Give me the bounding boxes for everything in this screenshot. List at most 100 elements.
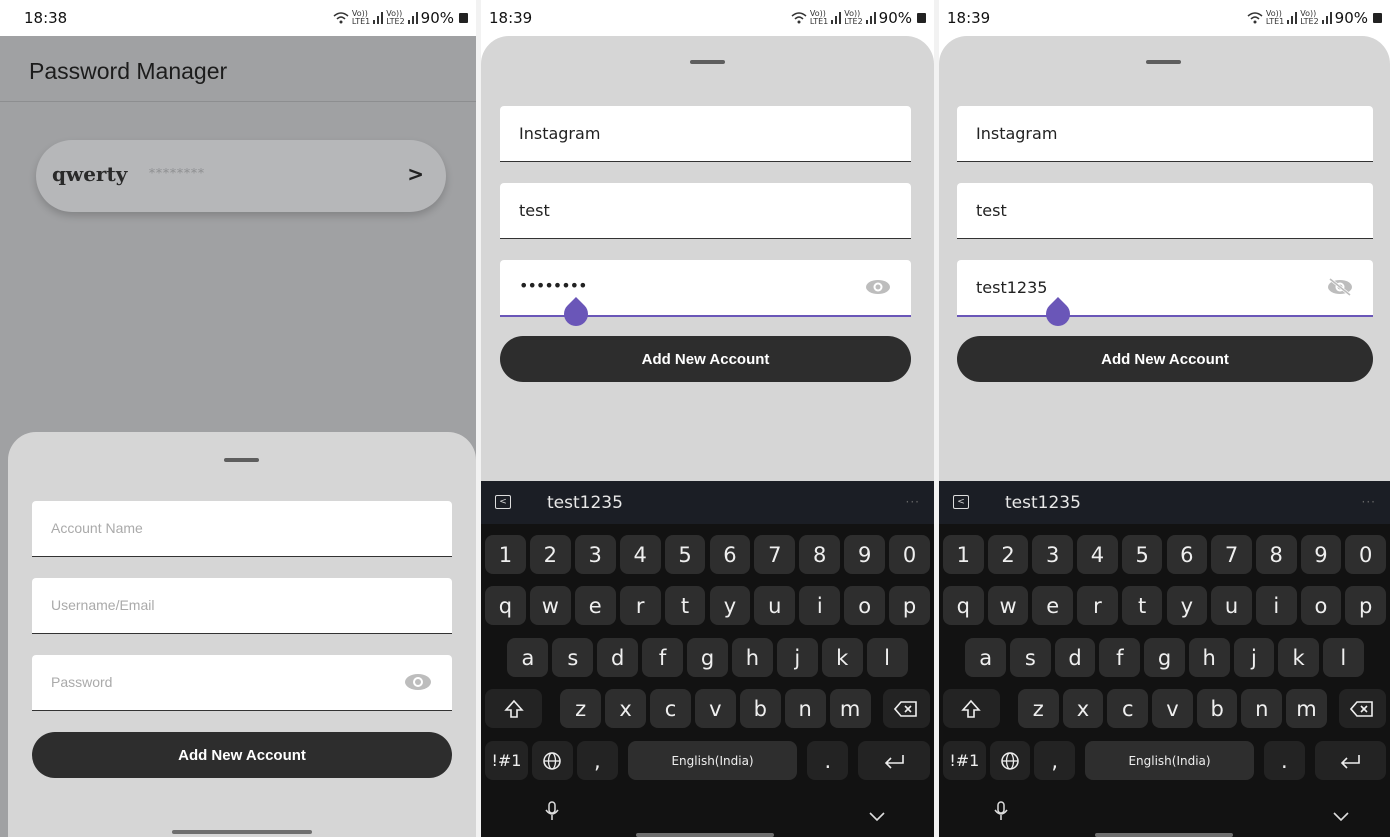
key-6[interactable]: 6 xyxy=(1166,535,1208,574)
key-v[interactable]: v xyxy=(1152,689,1193,728)
password-field[interactable]: test1235 xyxy=(957,260,1373,317)
more-icon[interactable]: ··· xyxy=(906,495,920,509)
key-z[interactable]: z xyxy=(1017,689,1059,728)
key-z[interactable]: z xyxy=(560,689,602,728)
username-field[interactable]: test xyxy=(500,183,911,239)
key-d[interactable]: d xyxy=(1054,638,1096,677)
key-n[interactable]: n xyxy=(1241,689,1283,728)
chevron-down-icon[interactable] xyxy=(1332,811,1350,823)
key-w[interactable]: w xyxy=(987,586,1029,625)
nav-handle[interactable] xyxy=(636,833,774,837)
more-icon[interactable]: ··· xyxy=(1362,495,1376,509)
space-key[interactable]: English(India) xyxy=(627,741,798,780)
key-4[interactable]: 4 xyxy=(1077,535,1118,574)
username-field[interactable]: test xyxy=(957,183,1373,239)
symbols-key[interactable]: !#1 xyxy=(485,741,528,780)
key-g[interactable]: g xyxy=(1144,638,1185,677)
key-u[interactable]: u xyxy=(754,586,796,625)
key-3[interactable]: 3 xyxy=(1032,535,1074,574)
sheet-drag-handle[interactable] xyxy=(690,60,725,64)
key-0[interactable]: 0 xyxy=(889,535,930,574)
key-b[interactable]: b xyxy=(739,689,781,728)
globe-key[interactable] xyxy=(531,741,573,780)
key-x[interactable]: x xyxy=(1062,689,1104,728)
account-name-field[interactable]: Instagram xyxy=(500,106,911,162)
key-l[interactable]: l xyxy=(1322,638,1364,677)
key-p[interactable]: p xyxy=(1345,586,1386,625)
key-s[interactable]: s xyxy=(1010,638,1051,677)
account-name-field[interactable]: Account Name xyxy=(32,501,452,557)
sheet-drag-handle[interactable] xyxy=(224,458,259,462)
key-2[interactable]: 2 xyxy=(529,535,571,574)
eye-icon[interactable] xyxy=(404,672,432,692)
key-f[interactable]: f xyxy=(642,638,684,677)
key-t[interactable]: t xyxy=(1121,586,1163,625)
keyboard-suggestion[interactable]: test1235 xyxy=(1005,493,1081,513)
key-c[interactable]: c xyxy=(1107,689,1149,728)
globe-key[interactable] xyxy=(989,741,1031,780)
key-0[interactable]: 0 xyxy=(1345,535,1386,574)
nav-handle[interactable] xyxy=(172,830,312,834)
backspace-key[interactable] xyxy=(882,689,930,728)
mic-icon[interactable] xyxy=(993,801,1009,821)
key-4[interactable]: 4 xyxy=(619,535,661,574)
enter-key[interactable] xyxy=(858,741,930,780)
key-e[interactable]: e xyxy=(1032,586,1074,625)
nav-handle[interactable] xyxy=(1095,833,1233,837)
key-y[interactable]: y xyxy=(709,586,751,625)
comma-key[interactable]: , xyxy=(1034,741,1076,780)
key-r[interactable]: r xyxy=(1077,586,1118,625)
key-9[interactable]: 9 xyxy=(844,535,886,574)
chevron-down-icon[interactable] xyxy=(868,811,886,823)
key-x[interactable]: x xyxy=(605,689,647,728)
password-field[interactable]: •••••••• xyxy=(500,260,911,317)
key-7[interactable]: 7 xyxy=(1211,535,1252,574)
key-m[interactable]: m xyxy=(1286,689,1327,728)
key-h[interactable]: h xyxy=(1188,638,1230,677)
key-n[interactable]: n xyxy=(784,689,826,728)
key-9[interactable]: 9 xyxy=(1300,535,1342,574)
space-key[interactable]: English(India) xyxy=(1085,741,1254,780)
key-f[interactable]: f xyxy=(1099,638,1141,677)
keyboard-back-icon[interactable]: < xyxy=(953,495,969,509)
key-u[interactable]: u xyxy=(1211,586,1252,625)
sheet-drag-handle[interactable] xyxy=(1146,60,1181,64)
key-r[interactable]: r xyxy=(619,586,661,625)
add-new-account-button[interactable]: Add New Account xyxy=(500,336,911,382)
key-p[interactable]: p xyxy=(889,586,930,625)
key-w[interactable]: w xyxy=(529,586,571,625)
comma-key[interactable]: , xyxy=(576,741,618,780)
key-b[interactable]: b xyxy=(1196,689,1238,728)
key-q[interactable]: q xyxy=(485,586,526,625)
shift-key[interactable] xyxy=(485,689,543,728)
eye-icon[interactable] xyxy=(865,278,891,296)
key-a[interactable]: a xyxy=(507,638,549,677)
key-o[interactable]: o xyxy=(844,586,886,625)
keyboard-back-icon[interactable]: < xyxy=(495,495,511,509)
username-field[interactable]: Username/Email xyxy=(32,578,452,634)
backspace-key[interactable] xyxy=(1338,689,1386,728)
key-5[interactable]: 5 xyxy=(664,535,706,574)
mic-icon[interactable] xyxy=(544,801,560,821)
key-1[interactable]: 1 xyxy=(943,535,984,574)
key-8[interactable]: 8 xyxy=(799,535,841,574)
key-1[interactable]: 1 xyxy=(485,535,526,574)
key-8[interactable]: 8 xyxy=(1255,535,1297,574)
key-d[interactable]: d xyxy=(597,638,639,677)
key-5[interactable]: 5 xyxy=(1121,535,1163,574)
add-new-account-button[interactable]: Add New Account xyxy=(32,732,452,778)
key-m[interactable]: m xyxy=(829,689,871,728)
key-2[interactable]: 2 xyxy=(987,535,1029,574)
password-entry-card[interactable]: qwerty ******** > xyxy=(36,140,446,212)
key-i[interactable]: i xyxy=(1255,586,1297,625)
password-field[interactable]: Password xyxy=(32,655,452,711)
key-j[interactable]: j xyxy=(1233,638,1275,677)
add-new-account-button[interactable]: Add New Account xyxy=(957,336,1373,382)
shift-key[interactable] xyxy=(943,689,1000,728)
key-o[interactable]: o xyxy=(1300,586,1342,625)
eye-off-icon[interactable] xyxy=(1327,277,1353,297)
key-i[interactable]: i xyxy=(799,586,841,625)
key-q[interactable]: q xyxy=(943,586,984,625)
key-a[interactable]: a xyxy=(965,638,1007,677)
key-t[interactable]: t xyxy=(664,586,706,625)
